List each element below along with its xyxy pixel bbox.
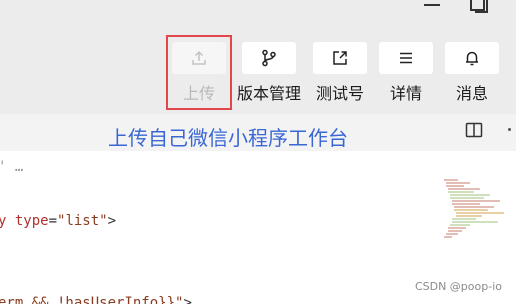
messages-button[interactable]: 消息 <box>445 42 499 110</box>
branch-icon <box>262 49 276 67</box>
toolbar: 上传 版本管理 测试号 详情 消息 <box>0 0 516 114</box>
details-icon-box <box>379 42 433 74</box>
details-label: 详情 <box>389 84 422 103</box>
messages-label: 消息 <box>455 84 488 103</box>
menu-icon <box>400 52 412 64</box>
bell-icon <box>466 51 478 66</box>
code-line: ' … <box>0 159 24 175</box>
messages-icon-box <box>445 42 499 74</box>
overlay-title: 上传自己微信小程序工作台 <box>108 126 348 150</box>
split-editor-icon[interactable] <box>465 122 483 138</box>
upload-highlight-box <box>166 35 232 110</box>
external-link-icon <box>333 51 347 65</box>
test-account-button[interactable]: 测试号 <box>313 42 367 110</box>
more-icon[interactable] <box>508 128 511 131</box>
test-account-icon-box <box>313 42 367 74</box>
details-button[interactable]: 详情 <box>379 42 433 110</box>
version-management-icon-box <box>242 42 296 74</box>
test-account-label: 测试号 <box>315 84 364 103</box>
code-line-hasuserinfo: erm && !hasUserInfo}}"> <box>0 295 192 304</box>
code-minimap[interactable] <box>440 177 516 245</box>
version-management-label: 版本管理 <box>236 84 301 103</box>
version-management-button[interactable]: 版本管理 <box>237 42 301 110</box>
watermark: CSDN @poop-io <box>414 280 502 293</box>
code-line-list: y type="list"> <box>0 213 117 229</box>
restore-window-icon[interactable] <box>468 0 490 16</box>
app-window: 上传 版本管理 测试号 详情 消息 上传自己微信小程序工作台 ' … y typ… <box>0 0 516 304</box>
minimize-icon[interactable] <box>424 4 440 6</box>
